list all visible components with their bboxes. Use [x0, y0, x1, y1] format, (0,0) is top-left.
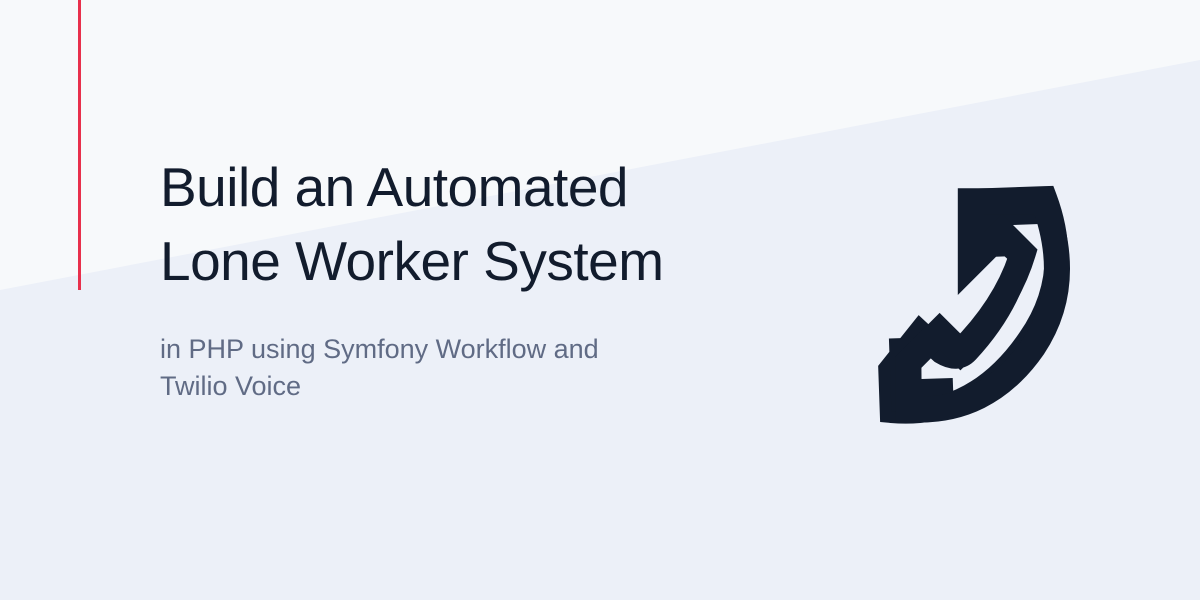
content-block: Build an Automated Lone Worker System in…	[160, 150, 860, 406]
title-line-1: Build an Automated	[160, 150, 860, 224]
accent-bar	[78, 0, 81, 290]
title-line-2: Lone Worker System	[160, 224, 860, 298]
phone-icon	[820, 170, 1080, 430]
subtitle: in PHP using Symfony Workflow and Twilio…	[160, 331, 620, 407]
